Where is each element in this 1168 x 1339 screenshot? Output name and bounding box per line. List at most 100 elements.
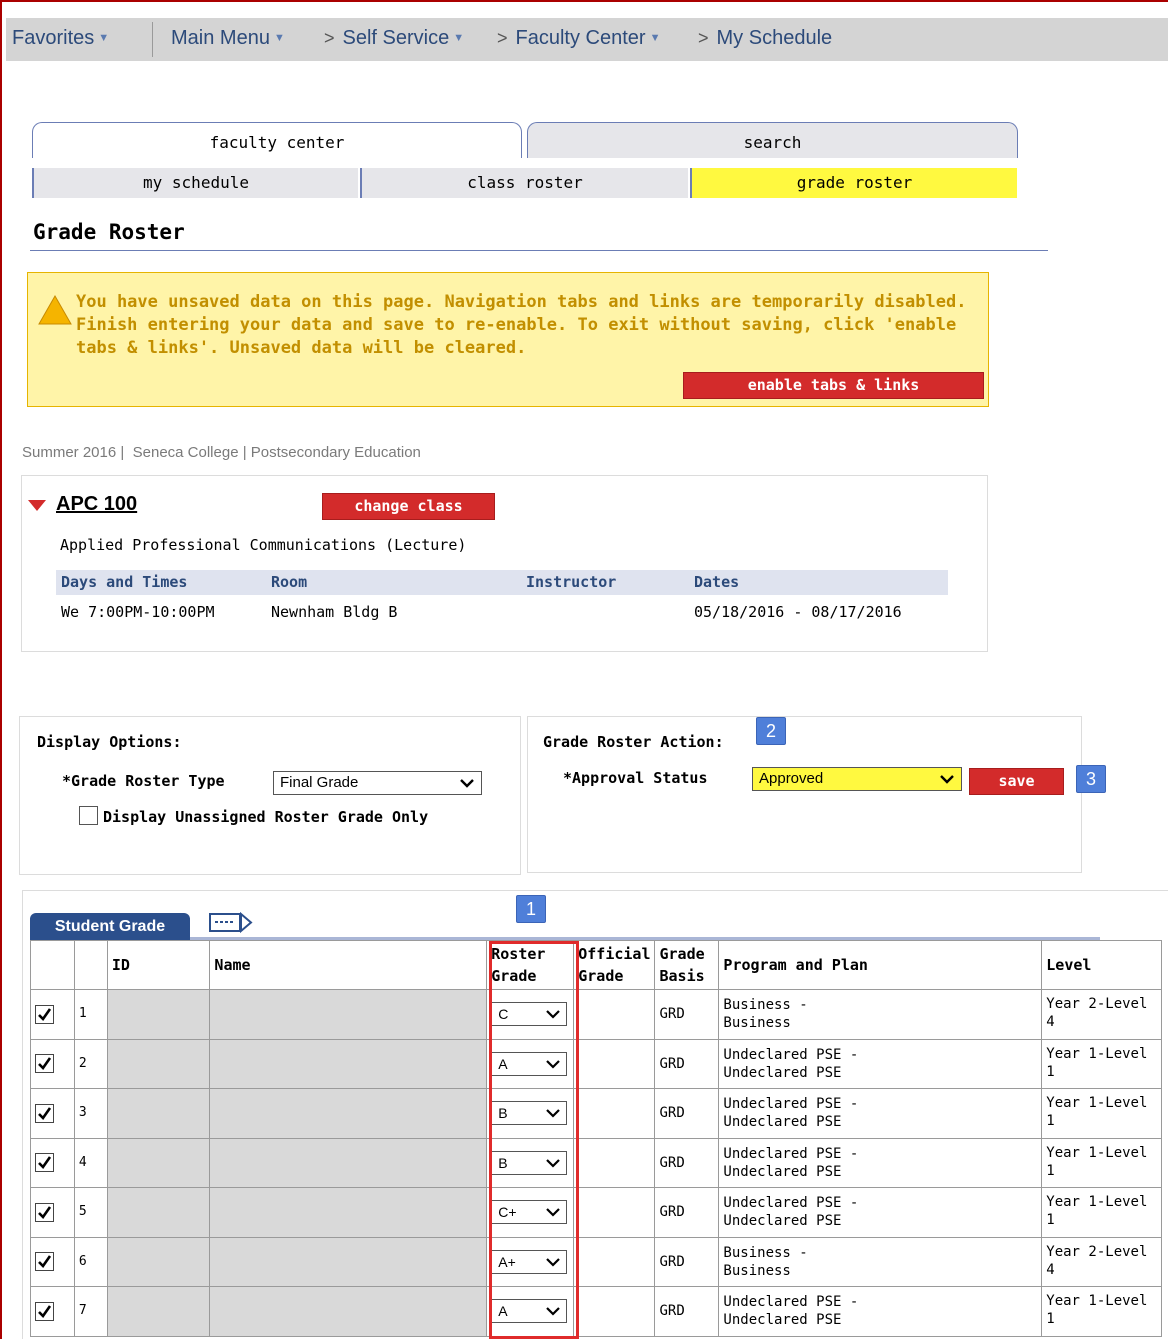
callout-badge-1: 1 <box>516 895 546 923</box>
program-line1: Undeclared PSE - <box>723 1046 859 1063</box>
roster-grade-select[interactable]: B <box>491 1150 568 1175</box>
level-line1: Year 1-Level <box>1046 1045 1148 1062</box>
table-row: 6 A+ GRD Business - Business Year 2-Level 4 <box>30 1236 1162 1287</box>
row-number: 1 <box>73 989 108 1040</box>
table-row: 1 C GRD Business - Business Year 2-Level 4 <box>30 989 1162 1040</box>
tab-class-roster[interactable]: class roster <box>360 168 688 198</box>
row-select-checkbox[interactable] <box>35 1252 54 1272</box>
tab-faculty-center[interactable]: faculty center <box>32 122 522 158</box>
row-number: 6 <box>73 1236 108 1287</box>
chevron-down-icon <box>939 771 955 793</box>
row-select-checkbox[interactable] <box>35 1004 54 1024</box>
level-line1: Year 1-Level <box>1046 1194 1148 1210</box>
save-button[interactable]: save <box>969 768 1064 795</box>
grade-roster-type-value: Final Grade <box>280 774 359 791</box>
roster-grade-select[interactable]: A <box>491 1299 568 1324</box>
level-line1: Year 2-Level <box>1046 1243 1148 1260</box>
collapse-triangle-icon[interactable] <box>28 500 46 511</box>
tab-my-schedule[interactable]: my schedule <box>32 168 358 198</box>
program-line2: Business <box>723 1015 791 1032</box>
program-line1: Business - <box>723 997 808 1014</box>
header-row-number <box>73 940 108 990</box>
program-plan-cell: Business - Business <box>718 1236 1043 1287</box>
roster-grade-cell: A <box>486 1286 575 1337</box>
callout-badge-3: 3 <box>1076 765 1106 793</box>
student-name-cell <box>209 989 488 1040</box>
chevron-down-icon: ▼ <box>649 32 661 44</box>
approval-status-value: Approved <box>759 770 824 787</box>
student-name-cell <box>209 1187 488 1238</box>
grade-roster-type-label: *Grade Roster Type <box>62 772 225 790</box>
row-select-checkbox[interactable] <box>35 1054 54 1074</box>
level-line1: Year 1-Level <box>1046 1293 1148 1309</box>
program-line1: Undeclared PSE - <box>723 1145 859 1162</box>
student-id-cell <box>106 1088 211 1139</box>
program-line1: Undeclared PSE - <box>723 1096 859 1113</box>
title-divider <box>30 250 1048 251</box>
meeting-dates: 05/18/2016 - 08/17/2016 <box>694 603 902 621</box>
student-grade-table: ID Name Roster Grade Official Grade Grade B… <box>30 940 1162 1337</box>
display-options-title: Display Options: <box>37 733 182 751</box>
roster-grade-select[interactable]: A+ <box>491 1249 568 1274</box>
level-cell: Year 1-Level 1 <box>1041 1038 1162 1089</box>
roster-grade-value: A+ <box>498 1253 516 1270</box>
grade-basis-cell: GRD <box>654 989 720 1040</box>
unassigned-only-checkbox[interactable] <box>79 806 98 825</box>
level-line2: 1 <box>1046 1113 1055 1129</box>
table-header-row: ID Name Roster Grade Official Grade Grade B… <box>30 940 1162 990</box>
tab-grade-roster[interactable]: grade roster <box>690 168 1017 198</box>
table-row: 3 B GRD Undeclared PSE - Undeclared PSE Year … <box>30 1088 1162 1139</box>
enable-tabs-links-button[interactable]: enable tabs & links <box>683 372 984 399</box>
roster-grade-cell: B <box>486 1137 575 1188</box>
change-class-button[interactable]: change class <box>322 493 495 520</box>
favorites-menu[interactable]: Favorites ▼ <box>12 27 109 50</box>
table-row: 2 A GRD Undeclared PSE - Undeclared PSE Year … <box>30 1038 1162 1089</box>
row-select-cell <box>30 989 75 1040</box>
header-days-times: Days and Times <box>61 573 188 591</box>
table-row: 5 C+ GRD Undeclared PSE - Undeclared PSE Year… <box>30 1187 1162 1238</box>
row-number: 3 <box>73 1088 108 1139</box>
main-menu[interactable]: Main Menu ▼ <box>171 27 285 50</box>
meeting-days-times: We 7:00PM-10:00PM <box>61 603 215 621</box>
divider <box>152 22 153 57</box>
level-cell: Year 1-Level 1 <box>1041 1088 1162 1139</box>
tab-student-grade[interactable]: Student Grade <box>30 913 190 940</box>
row-select-checkbox[interactable] <box>35 1153 54 1173</box>
breadcrumb-faculty-center[interactable]: > Faculty Center ▼ <box>497 27 660 50</box>
approval-status-select[interactable]: Approved <box>752 767 962 791</box>
meeting-header: Days and Times Room Instructor Dates <box>56 570 948 595</box>
breadcrumb-my-schedule[interactable]: > My Schedule <box>698 27 832 50</box>
program-plan-cell: Business - Business <box>718 989 1043 1040</box>
roster-grade-value: C <box>498 1006 509 1023</box>
unsaved-data-warning: You have unsaved data on this page. Navi… <box>27 272 989 407</box>
program-line2: Undeclared PSE <box>723 1114 842 1131</box>
roster-grade-select[interactable]: A <box>491 1051 568 1076</box>
level-cell: Year 2-Level 4 <box>1041 989 1162 1040</box>
level-cell: Year 1-Level 1 <box>1041 1187 1162 1238</box>
tab-search[interactable]: search <box>527 122 1018 158</box>
roster-grade-select[interactable]: C+ <box>491 1200 568 1225</box>
grade-basis-cell: GRD <box>654 1236 720 1287</box>
show-all-columns-icon[interactable] <box>209 911 253 934</box>
grade-roster-type-select[interactable]: Final Grade <box>273 771 482 795</box>
roster-grade-select[interactable]: C <box>491 1002 568 1027</box>
roster-grade-value: A <box>498 1303 508 1320</box>
student-name-cell <box>209 1088 488 1139</box>
row-select-cell <box>30 1137 75 1188</box>
header-grade-basis-line1: Grade <box>659 945 705 963</box>
roster-grade-select[interactable]: B <box>491 1101 568 1126</box>
class-section-box <box>21 475 988 652</box>
official-grade-cell <box>573 1286 656 1337</box>
grade-basis-cell: GRD <box>654 1187 720 1238</box>
row-select-cell <box>30 1038 75 1089</box>
row-select-checkbox[interactable] <box>35 1103 54 1123</box>
row-select-checkbox[interactable] <box>35 1301 54 1321</box>
class-code-link[interactable]: APC 100 <box>56 493 137 516</box>
breadcrumb-self-service[interactable]: > Self Service ▼ <box>324 27 464 50</box>
approval-status-label: *Approval Status <box>563 769 708 787</box>
row-select-checkbox[interactable] <box>35 1202 54 1222</box>
institution-label: Seneca College <box>132 444 239 461</box>
chevron-down-icon: ▼ <box>453 32 465 44</box>
roster-grade-value: A <box>498 1055 508 1072</box>
header-room: Room <box>271 573 308 591</box>
